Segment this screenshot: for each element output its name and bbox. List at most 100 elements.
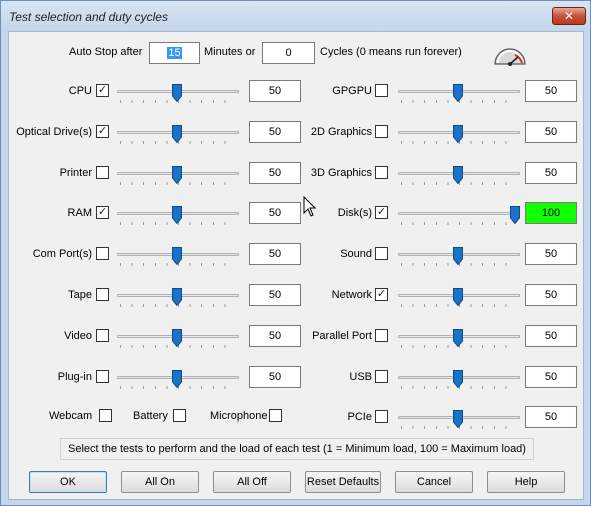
dialog-client-area: Auto Stop after 15 Minutes or 0 Cycles (… bbox=[8, 31, 584, 500]
slider-3d-graphics[interactable] bbox=[398, 165, 520, 190]
slider-thumb[interactable] bbox=[172, 369, 182, 388]
extra-label-microphone: Microphone bbox=[210, 410, 268, 422]
all-on-button[interactable]: All On bbox=[121, 471, 199, 493]
test-label-cpu: CPU bbox=[68, 85, 92, 97]
checkbox-sound[interactable] bbox=[375, 247, 388, 261]
load-input-parallel-port[interactable]: 50 bbox=[525, 324, 577, 347]
checkbox-battery[interactable] bbox=[173, 409, 186, 422]
test-label-printer: Printer bbox=[59, 166, 92, 179]
checkbox-network[interactable]: ✓ bbox=[375, 288, 388, 301]
test-label-usb: USB bbox=[349, 370, 372, 383]
load-input-2d-graphics[interactable]: 50 bbox=[525, 120, 577, 143]
checkbox-plug-in[interactable] bbox=[96, 369, 109, 383]
mouse-cursor-icon bbox=[303, 196, 317, 217]
checkbox-video[interactable] bbox=[96, 328, 109, 342]
slider-thumb[interactable] bbox=[172, 206, 182, 225]
slider-optical-drive-s[interactable] bbox=[117, 124, 239, 149]
checkbox-tape[interactable] bbox=[96, 288, 109, 301]
test-label-plug-in: Plug-in bbox=[57, 370, 92, 383]
slider-gpgpu[interactable] bbox=[398, 84, 520, 108]
load-input-disk-s[interactable]: 100 bbox=[525, 202, 577, 225]
slider-video[interactable] bbox=[117, 328, 239, 353]
checkbox-usb[interactable] bbox=[375, 369, 388, 383]
test-label-optical-drive-s: Optical Drive(s) bbox=[16, 125, 92, 138]
test-label-disk-s: Disk(s) bbox=[337, 207, 372, 220]
slider-thumb[interactable] bbox=[453, 288, 463, 307]
reset-defaults-button[interactable]: Reset Defaults bbox=[305, 471, 381, 493]
slider-tape[interactable] bbox=[117, 288, 239, 312]
checkbox-microphone[interactable] bbox=[269, 409, 282, 422]
hint-text: Select the tests to perform and the load… bbox=[60, 438, 534, 460]
slider-thumb[interactable] bbox=[172, 165, 182, 184]
ok-button[interactable]: OK bbox=[29, 471, 107, 493]
checkbox-disk-s[interactable]: ✓ bbox=[375, 206, 388, 220]
slider-plug-in[interactable] bbox=[117, 369, 239, 394]
slider-track bbox=[398, 212, 520, 216]
cycles-label: Cycles (0 means run forever) bbox=[320, 46, 462, 58]
slider-thumb[interactable] bbox=[172, 124, 182, 144]
slider-sound[interactable] bbox=[398, 247, 520, 271]
test-label-network: Network bbox=[331, 289, 372, 301]
checkbox-webcam[interactable] bbox=[99, 409, 112, 422]
minutes-value: 15 bbox=[167, 47, 182, 59]
load-input-gpgpu[interactable]: 50 bbox=[525, 80, 577, 102]
slider-thumb[interactable] bbox=[453, 84, 463, 103]
slider-network[interactable] bbox=[398, 288, 520, 312]
close-button[interactable]: ✕ bbox=[552, 7, 586, 25]
checkbox-optical-drive-s[interactable]: ✓ bbox=[96, 124, 109, 138]
slider-cpu[interactable] bbox=[117, 84, 239, 108]
help-button[interactable]: Help bbox=[487, 471, 565, 493]
checkbox-printer[interactable] bbox=[96, 165, 109, 179]
test-label-sound: Sound bbox=[340, 248, 372, 261]
checkbox-3d-graphics[interactable] bbox=[375, 165, 388, 179]
extra-label-webcam: Webcam bbox=[49, 410, 93, 422]
slider-thumb[interactable] bbox=[453, 410, 463, 429]
test-label-video: Video bbox=[64, 329, 92, 342]
slider-ram[interactable] bbox=[117, 206, 239, 230]
slider-thumb[interactable] bbox=[172, 247, 182, 266]
load-input-usb[interactable]: 50 bbox=[525, 365, 577, 388]
cycles-input[interactable]: 0 bbox=[262, 42, 315, 64]
checkbox-cpu[interactable]: ✓ bbox=[96, 84, 109, 97]
slider-thumb[interactable] bbox=[453, 165, 463, 184]
slider-thumb[interactable] bbox=[453, 328, 463, 348]
slider-usb[interactable] bbox=[398, 369, 520, 394]
checkbox-parallel-port[interactable] bbox=[375, 328, 388, 342]
slider-thumb[interactable] bbox=[172, 328, 182, 348]
slider-thumb[interactable] bbox=[453, 369, 463, 388]
slider-thumb[interactable] bbox=[453, 124, 463, 144]
slider-thumb[interactable] bbox=[510, 206, 520, 225]
title-bar: Test selection and duty cycles ✕ bbox=[1, 1, 590, 31]
window-title: Test selection and duty cycles bbox=[9, 10, 168, 24]
slider-thumb[interactable] bbox=[172, 288, 182, 307]
slider-disk-s[interactable] bbox=[398, 206, 520, 230]
minutes-label: Minutes or bbox=[204, 46, 256, 58]
checkbox-pcie[interactable] bbox=[375, 410, 388, 424]
all-off-button[interactable]: All Off bbox=[213, 471, 291, 493]
load-input-pcie[interactable]: 50 bbox=[525, 406, 577, 429]
test-label-2d-graphics: 2D Graphics bbox=[310, 125, 372, 138]
load-input-3d-graphics[interactable]: 50 bbox=[525, 161, 577, 184]
dialog-window: Test selection and duty cycles ✕ Auto St… bbox=[0, 0, 591, 506]
slider-parallel-port[interactable] bbox=[398, 328, 520, 353]
load-input-network[interactable]: 50 bbox=[525, 284, 577, 306]
test-label-parallel-port: Parallel Port bbox=[312, 329, 372, 342]
slider-pcie[interactable] bbox=[398, 410, 520, 434]
slider-2d-graphics[interactable] bbox=[398, 124, 520, 149]
minutes-input[interactable]: 15 bbox=[149, 42, 200, 64]
slider-com-port-s[interactable] bbox=[117, 247, 239, 271]
checkbox-ram[interactable]: ✓ bbox=[96, 206, 109, 220]
test-label-tape: Tape bbox=[68, 289, 92, 301]
cancel-button[interactable]: Cancel bbox=[395, 471, 473, 493]
speedometer-icon bbox=[494, 48, 526, 66]
slider-thumb[interactable] bbox=[453, 247, 463, 266]
load-input-sound[interactable]: 50 bbox=[525, 243, 577, 266]
slider-ticks bbox=[401, 222, 517, 226]
autostop-label: Auto Stop after bbox=[69, 46, 143, 58]
checkbox-gpgpu[interactable] bbox=[375, 84, 388, 97]
checkbox-2d-graphics[interactable] bbox=[375, 124, 388, 138]
checkbox-com-port-s[interactable] bbox=[96, 247, 109, 261]
slider-printer[interactable] bbox=[117, 165, 239, 190]
test-label-com-port-s: Com Port(s) bbox=[32, 248, 92, 261]
slider-thumb[interactable] bbox=[172, 84, 182, 103]
